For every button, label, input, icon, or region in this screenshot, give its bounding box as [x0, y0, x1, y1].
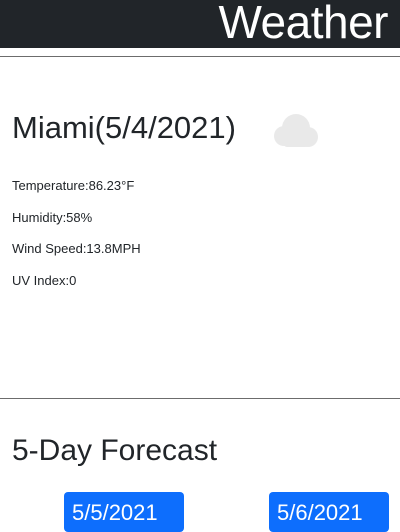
- forecast-date: 5/6/2021: [277, 500, 363, 525]
- cloud-icon: [274, 114, 318, 147]
- humidity-text: Humidity:58%: [12, 210, 93, 225]
- header-divider: [0, 56, 400, 57]
- uv-index-text: UV Index:0: [12, 273, 77, 288]
- section-divider: [0, 398, 400, 399]
- forecast-card: 5/5/2021: [64, 492, 184, 532]
- forecast-card: 5/6/2021: [269, 492, 389, 532]
- app-header: Weather: [0, 0, 400, 48]
- forecast-title: 5-Day Forecast: [12, 434, 218, 467]
- app-title: Weather: [218, 0, 388, 48]
- city-date-title: Miami(5/4/2021): [12, 110, 236, 145]
- wind-speed-text: Wind Speed:13.8MPH: [12, 241, 141, 256]
- forecast-date: 5/5/2021: [72, 500, 158, 525]
- temperature-text: Temperature:86.23°F: [12, 178, 135, 193]
